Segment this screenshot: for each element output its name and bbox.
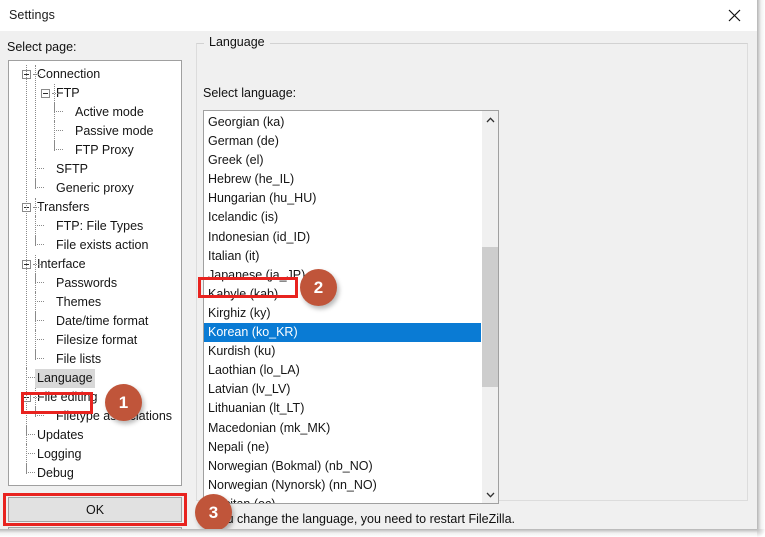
- select-language-label: Select language:: [203, 86, 297, 100]
- language-list-item[interactable]: Norwegian (Bokmal) (nb_NO): [204, 457, 482, 476]
- sidebar-item-logging[interactable]: Logging: [9, 444, 181, 464]
- tree-item-label: Connection: [37, 67, 101, 81]
- tree-connector: [26, 425, 35, 435]
- language-list-item[interactable]: Kurdish (ku): [204, 342, 482, 361]
- language-list-item[interactable]: Hebrew (he_IL): [204, 170, 482, 189]
- tree-connector: [35, 406, 44, 416]
- language-listbox[interactable]: Georgian (ka) German (de) Greek (el) Hebrew…: [203, 110, 499, 504]
- tree-item-label: File editing: [37, 390, 98, 404]
- close-icon[interactable]: [711, 0, 757, 31]
- tree-item-label: Active mode: [75, 105, 144, 119]
- tree-trunk: [26, 65, 27, 474]
- tree-item-label: Interface: [37, 257, 86, 271]
- window-title: Settings: [9, 8, 55, 22]
- tree-item-label: Language: [35, 369, 95, 388]
- language-list-item[interactable]: Indonesian (id_ID): [204, 228, 482, 247]
- tree-connector: [26, 463, 35, 473]
- language-list-item[interactable]: Greek (el): [204, 151, 482, 170]
- language-list-item[interactable]: Kabyle (kab): [204, 285, 482, 304]
- tree-item-label: Debug: [37, 466, 74, 480]
- language-list-item[interactable]: Georgian (ka): [204, 113, 482, 132]
- tree-connector: [35, 349, 44, 359]
- tree-connector: [35, 216, 44, 226]
- tree-connector: [35, 330, 44, 340]
- settings-dialog: Settings Select page: Connection FTP Activ…: [0, 0, 757, 529]
- restart-note: If you change the language, you need to …: [203, 512, 515, 526]
- language-list-item[interactable]: Occitan (oc): [204, 495, 482, 503]
- language-list-item[interactable]: Norwegian (Nynorsk) (nn_NO): [204, 476, 482, 495]
- language-list-scrollbar[interactable]: [481, 111, 498, 503]
- tree-item-label: Filesize format: [56, 333, 138, 347]
- tree-connector: [26, 368, 35, 378]
- tree-item-label: File exists action: [56, 238, 149, 252]
- tree-item-label: Date/time format: [56, 314, 149, 328]
- language-list-item[interactable]: Icelandic (is): [204, 208, 482, 227]
- tree-item-label: Updates: [37, 428, 84, 442]
- sidebar-item-updates[interactable]: Updates: [9, 425, 181, 445]
- tree-trunk: [54, 84, 55, 151]
- language-list-item[interactable]: Japanese (ja_JP): [204, 266, 482, 285]
- window-shadow-corner: [757, 529, 765, 537]
- tree-trunk: [35, 65, 36, 189]
- language-groupbox-title: Language: [204, 35, 270, 49]
- tree-collapse-icon[interactable]: [41, 89, 50, 98]
- tree-item-label: FTP: File Types: [56, 219, 144, 233]
- tree-item-label: Generic proxy: [56, 181, 134, 195]
- tree-item-label: File lists: [56, 352, 102, 366]
- language-list-item[interactable]: Nepali (ne): [204, 438, 482, 457]
- dialog-body: Select page: Connection FTP Active mode Pas…: [0, 31, 757, 529]
- scrollbar-thumb[interactable]: [482, 247, 498, 387]
- sidebar-item-debug[interactable]: Debug: [9, 463, 181, 483]
- language-list-item[interactable]: Macedonian (mk_MK): [204, 419, 482, 438]
- chevron-down-icon[interactable]: [482, 486, 498, 503]
- language-list-item[interactable]: Italian (it): [204, 247, 482, 266]
- tree-connector: [35, 159, 44, 169]
- tree-connector: [35, 292, 44, 302]
- tree-item-label: Passive mode: [75, 124, 154, 138]
- language-list-item[interactable]: Lithuanian (lt_LT): [204, 399, 482, 418]
- window-shadow-right: [757, 0, 765, 529]
- tree-item-label: Themes: [56, 295, 102, 309]
- language-list-item[interactable]: Korean (ko_KR): [204, 323, 482, 343]
- tree-item-label: Logging: [37, 447, 82, 461]
- tree-item-label: Transfers: [37, 200, 90, 214]
- language-list-item[interactable]: Kirghiz (ky): [204, 304, 482, 323]
- tree-item-label: FTP Proxy: [75, 143, 134, 157]
- title-bar: Settings: [0, 0, 757, 31]
- tree-connector: [54, 140, 63, 150]
- window-shadow-bottom: [0, 529, 757, 537]
- language-list-item[interactable]: German (de): [204, 132, 482, 151]
- settings-page-tree[interactable]: Connection FTP Active mode Passive mode FTP …: [8, 60, 182, 486]
- ok-button-label: OK: [85, 502, 105, 517]
- tree-item-label: Filetype associations: [56, 409, 173, 423]
- tree-connector: [35, 311, 44, 321]
- language-list-item[interactable]: Hungarian (hu_HU): [204, 189, 482, 208]
- select-page-label: Select page:: [7, 40, 77, 54]
- tree-connector: [35, 273, 44, 283]
- tree-connector: [26, 444, 35, 454]
- ok-button[interactable]: OK: [8, 497, 182, 522]
- tree-connector: [54, 102, 63, 112]
- tree-item-label: Passwords: [56, 276, 118, 290]
- tree-connector: [35, 235, 44, 245]
- language-list-item[interactable]: Latvian (lv_LV): [204, 380, 482, 399]
- tree-connector: [35, 178, 44, 188]
- tree-trunk: [35, 388, 36, 417]
- tree-connector: [54, 121, 63, 131]
- tree-item-label: SFTP: [56, 162, 88, 176]
- language-list-item[interactable]: Laothian (lo_LA): [204, 361, 482, 380]
- tree-trunk: [35, 198, 36, 246]
- sidebar-item-language[interactable]: Language: [9, 368, 181, 388]
- tree-trunk: [35, 255, 36, 360]
- chevron-up-icon[interactable]: [482, 111, 498, 128]
